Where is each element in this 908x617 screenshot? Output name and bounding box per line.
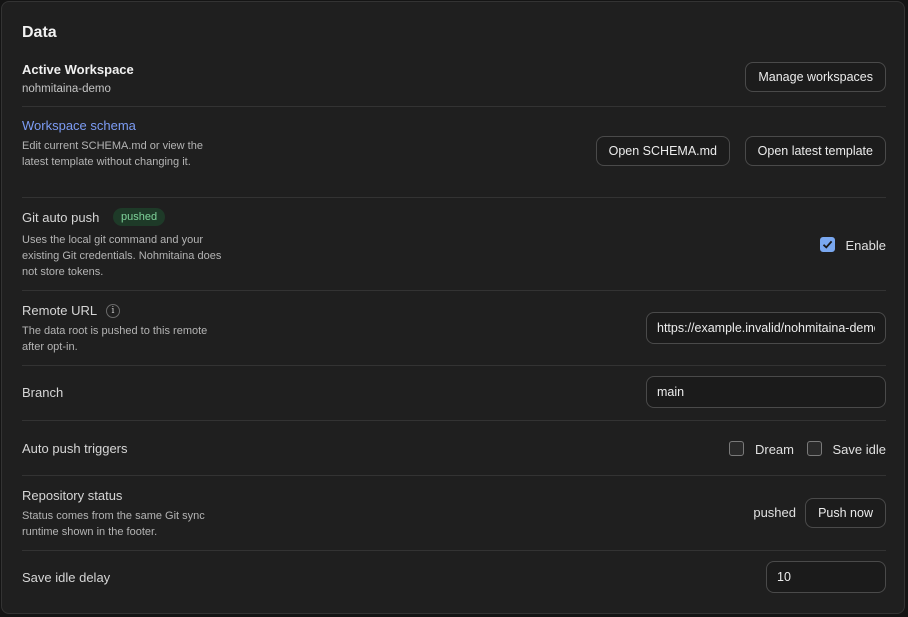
- status-badge: pushed: [113, 208, 166, 226]
- remote-url-label: Remote URL: [22, 303, 98, 318]
- row-workspace-schema: Workspace schema Edit current SCHEMA.md …: [22, 106, 886, 198]
- row-auto-push-triggers: Auto push triggers Dream Save idle: [22, 420, 886, 476]
- row-remote-url: Remote URL i The data root is pushed to …: [22, 290, 886, 366]
- active-workspace-label: Active Workspace: [22, 62, 134, 77]
- enable-label: Enable: [845, 238, 886, 253]
- repository-status-description: Status comes from the same Git sync runt…: [22, 510, 205, 538]
- open-latest-template-button[interactable]: Open latest template: [744, 136, 886, 166]
- row-git-auto-push: Git auto push pushed Uses the local git …: [22, 197, 886, 291]
- data-settings-panel: Data Active Workspace nohmitaina-demo Ma…: [1, 1, 905, 614]
- repository-status-value: pushed: [753, 505, 796, 520]
- save-idle-checkbox[interactable]: [807, 441, 822, 456]
- dream-label: Dream: [754, 442, 794, 457]
- row-branch: Branch: [22, 365, 886, 421]
- dream-checkbox[interactable]: [729, 441, 744, 456]
- checkmark-icon: [822, 240, 833, 249]
- remote-url-input[interactable]: [646, 312, 886, 344]
- row-repository-status: Repository status Status comes from the …: [22, 475, 886, 551]
- repository-status-label: Repository status: [22, 488, 123, 503]
- branch-input[interactable]: [646, 376, 886, 408]
- row-save-idle-delay: Save idle delay: [22, 550, 886, 610]
- save-idle-delay-label: Save idle delay: [22, 570, 111, 585]
- remote-url-description: The data root is pushed to this remote a…: [22, 325, 208, 353]
- workspace-schema-description: Edit current SCHEMA.md or view the lates…: [22, 140, 203, 168]
- active-workspace-value: nohmitaina-demo: [22, 83, 111, 95]
- auto-push-triggers-label: Auto push triggers: [22, 441, 128, 456]
- workspace-schema-link[interactable]: Workspace schema: [22, 118, 136, 133]
- manage-workspaces-button[interactable]: Manage workspaces: [745, 62, 886, 92]
- save-idle-label: Save idle: [832, 442, 886, 457]
- save-idle-delay-input[interactable]: [766, 561, 886, 593]
- enable-checkbox[interactable]: [820, 237, 835, 252]
- git-auto-push-description: Uses the local git command and your exis…: [22, 234, 222, 278]
- branch-label: Branch: [22, 385, 64, 400]
- info-icon[interactable]: i: [106, 304, 120, 318]
- row-active-workspace: Active Workspace nohmitaina-demo Manage …: [22, 54, 886, 107]
- git-auto-push-label: Git auto push: [22, 210, 100, 225]
- open-schema-button[interactable]: Open SCHEMA.md: [595, 136, 730, 166]
- push-now-button[interactable]: Push now: [805, 498, 886, 528]
- section-title: Data: [22, 24, 57, 41]
